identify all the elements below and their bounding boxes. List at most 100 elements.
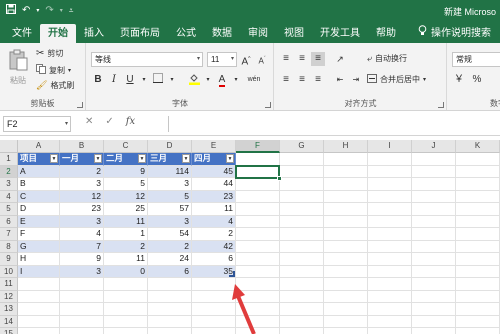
grid-cell[interactable] [456,215,500,228]
grid-cell[interactable] [368,228,412,241]
grid-cell[interactable] [368,215,412,228]
row-header-2[interactable]: 2 [0,165,18,178]
font-color-dropdown-icon[interactable]: ▾ [229,73,243,87]
enter-icon[interactable]: ✓ [105,116,113,127]
grid-cell[interactable] [412,228,456,241]
align-top-button[interactable]: ≡ [279,52,293,66]
tell-me-box[interactable]: 操作说明搜索 [410,24,499,43]
grid-cell[interactable] [324,178,368,191]
table-header-cell[interactable]: 一月 ▼ [60,153,104,166]
grid-cell[interactable] [104,315,148,328]
grid-cell[interactable] [412,215,456,228]
grid-cell[interactable] [412,190,456,203]
grid-cell[interactable] [324,290,368,303]
select-all-corner[interactable] [0,140,18,153]
grid-cell[interactable] [104,290,148,303]
grid-cell[interactable] [148,328,192,334]
table-cell[interactable]: 11 [104,253,148,266]
table-cell[interactable]: 3 [60,215,104,228]
grid-cell[interactable] [324,315,368,328]
grid-cell[interactable] [412,303,456,316]
tab-insert[interactable]: 插入 [76,24,112,43]
table-cell[interactable]: 4 [192,215,236,228]
column-header-g[interactable]: G [280,140,324,153]
column-header-j[interactable]: J [412,140,456,153]
insert-function-icon[interactable]: fx [126,116,135,127]
bold-button[interactable]: B [91,73,105,87]
percent-button[interactable]: % [470,73,484,87]
row-header-3[interactable]: 3 [0,178,18,191]
grid-cell[interactable] [236,240,280,253]
decrease-indent-button[interactable]: ⇤ [333,73,347,87]
grid-cell[interactable] [412,290,456,303]
increase-indent-button[interactable]: ⇥ [349,73,363,87]
merge-center-button[interactable]: 合并后居中 ▾ [367,74,426,85]
grid-cell[interactable] [280,253,324,266]
grid-cell[interactable] [324,303,368,316]
table-cell[interactable]: 7 [60,240,104,253]
row-header-10[interactable]: 10 [0,265,18,278]
column-header-d[interactable]: D [148,140,192,153]
grid-cell[interactable] [18,303,60,316]
grid-cell[interactable] [324,153,368,166]
font-color-button[interactable]: A [215,73,229,87]
table-cell[interactable]: 11 [192,203,236,216]
grid-cell[interactable] [18,328,60,334]
grid-cell[interactable] [324,203,368,216]
font-size-combo[interactable]: 11 ▾ [207,52,237,67]
grid-cell[interactable] [280,240,324,253]
grid-cell[interactable] [368,153,412,166]
filter-dropdown-icon[interactable]: ▼ [226,154,234,163]
grid-cell[interactable] [324,215,368,228]
table-cell[interactable]: 12 [60,190,104,203]
grid-cell[interactable] [456,240,500,253]
grid-cell[interactable] [280,265,324,278]
undo-icon[interactable]: ↶ [22,5,30,16]
filter-dropdown-icon[interactable]: ▼ [94,154,102,163]
tab-formulas[interactable]: 公式 [168,24,204,43]
paste-button[interactable]: 粘贴 [8,49,28,86]
tab-data[interactable]: 数据 [204,24,240,43]
borders-dropdown-icon[interactable]: ▾ [165,73,179,87]
grid-cell[interactable] [60,328,104,334]
name-box[interactable]: F2 ▾ [3,116,71,132]
align-center-button[interactable]: ≡ [295,73,309,87]
column-header-b[interactable]: B [60,140,104,153]
table-cell[interactable]: 0 [104,265,148,278]
table-cell[interactable]: 45 [192,165,236,178]
grid-cell[interactable] [104,303,148,316]
table-cell[interactable]: A [18,165,60,178]
grid-cell[interactable] [280,178,324,191]
table-cell[interactable]: 24 [148,253,192,266]
grid-cell[interactable] [236,265,280,278]
row-header-15[interactable]: 15 [0,328,18,334]
row-header-13[interactable]: 13 [0,303,18,316]
wrap-text-button[interactable]: ⤶ 自动换行 [367,53,407,64]
font-launcher-icon[interactable] [265,102,271,108]
table-cell[interactable]: 5 [148,190,192,203]
table-cell[interactable]: C [18,190,60,203]
table-cell[interactable]: 9 [60,253,104,266]
table-cell[interactable]: 5 [104,178,148,191]
table-cell[interactable]: G [18,240,60,253]
save-icon[interactable] [6,4,16,17]
table-cell[interactable]: 2 [60,165,104,178]
borders-button[interactable] [151,73,165,87]
table-cell[interactable]: 44 [192,178,236,191]
grid-cell[interactable] [280,190,324,203]
grid-cell[interactable] [368,265,412,278]
grow-font-button[interactable]: A^ [239,52,253,67]
grid-cell[interactable] [60,303,104,316]
alignment-launcher-icon[interactable] [438,102,444,108]
row-header-12[interactable]: 12 [0,290,18,303]
table-cell[interactable]: B [18,178,60,191]
grid-cell[interactable] [456,303,500,316]
table-cell[interactable]: 6 [192,253,236,266]
grid-cell[interactable] [324,165,368,178]
grid-cell[interactable] [280,290,324,303]
grid-cell[interactable] [148,290,192,303]
number-format-combo[interactable]: 常规 [452,52,500,67]
table-cell[interactable]: 2 [104,240,148,253]
grid-cell[interactable] [456,315,500,328]
align-right-button[interactable]: ≡ [311,73,325,87]
